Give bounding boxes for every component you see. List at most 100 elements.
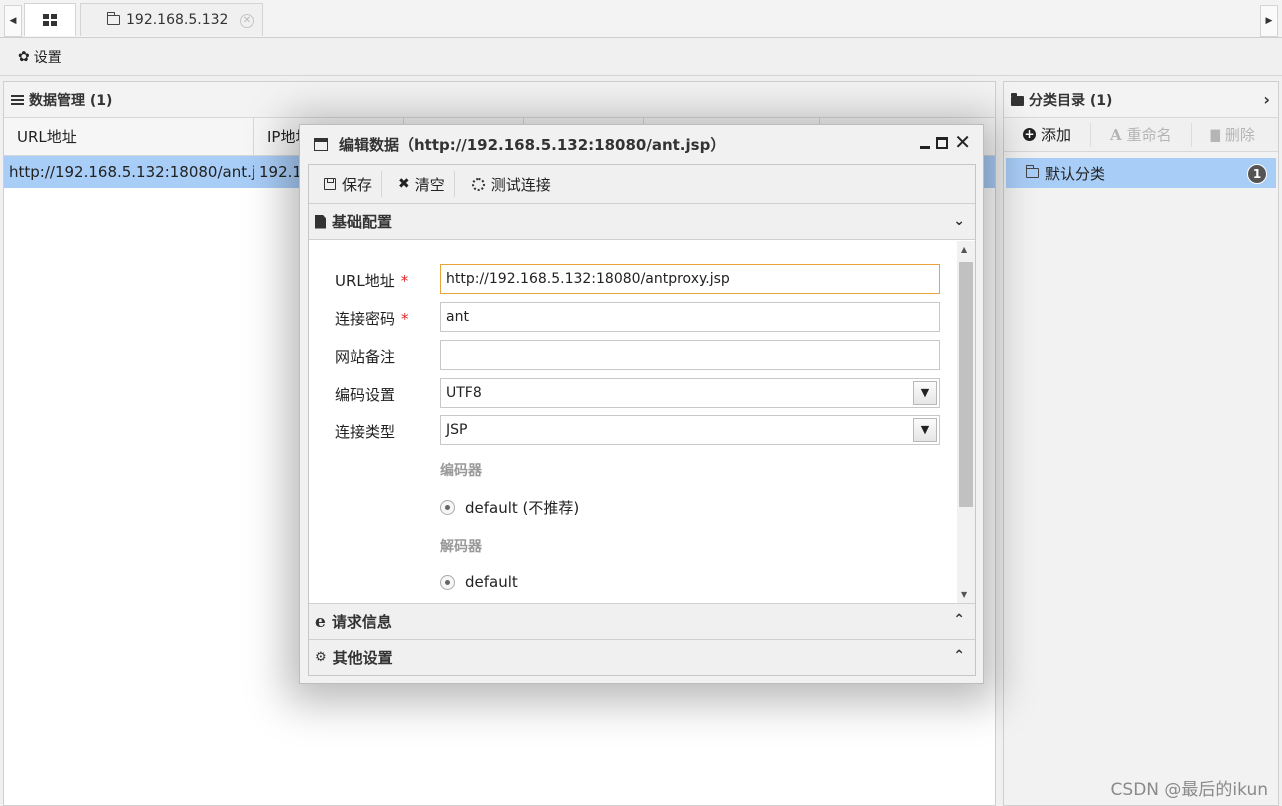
category-panel-title: 分类目录 (1) <box>1029 92 1113 109</box>
other-settings-title: 其他设置 <box>332 649 393 667</box>
type-row: 连接类型 JSP ▼ <box>309 415 949 445</box>
save-button[interactable]: 保存 <box>315 171 383 197</box>
delete-category-label: 删除 <box>1224 126 1255 144</box>
main-toolbar: ✿ 设置 <box>0 38 1282 76</box>
gear-icon: ✿ <box>18 48 30 65</box>
chevron-up-icon[interactable]: ⌃ <box>953 648 965 664</box>
chevron-up-icon[interactable]: ⌃ <box>953 612 965 628</box>
decoder-group-label: 解码器 <box>440 539 482 555</box>
scroll-up-icon[interactable]: ▲ <box>961 245 967 254</box>
dialog-titlebar[interactable]: 编辑数据（http://192.168.5.132:18080/ant.jsp） <box>300 125 983 163</box>
encoder-option-default[interactable]: default (不推荐) <box>440 497 579 518</box>
note-input[interactable] <box>440 340 940 370</box>
password-row: 连接密码 * ant <box>309 302 949 332</box>
cogs-icon: ⚙ <box>315 650 327 665</box>
folder-icon <box>1025 165 1039 178</box>
dialog-body: 保存 ✖ 清空 测试连接 基础配置 ⌄ URL地址 * http://192.16… <box>308 164 976 676</box>
category-panel: 分类目录 (1) › + 添加 A 重命名 ▇ 删除 默认分类 1 <box>1003 81 1279 806</box>
tab-scroll-right-button[interactable]: ▶ <box>1260 5 1278 37</box>
chevron-down-icon[interactable]: ▼ <box>913 418 937 442</box>
encoding-label: 编码设置 <box>335 386 396 404</box>
form-scrollbar[interactable]: ▲ ▼ <box>957 241 975 603</box>
category-item-label: 默认分类 <box>1045 164 1106 183</box>
test-connection-label: 测试连接 <box>490 175 551 194</box>
edge-icon: e <box>315 611 326 632</box>
decoder-option-default[interactable]: default <box>440 573 518 591</box>
category-panel-header: 分类目录 (1) › <box>1004 82 1278 118</box>
clear-button[interactable]: ✖ 清空 <box>382 171 455 197</box>
encoding-select[interactable]: UTF8 ▼ <box>440 378 940 408</box>
close-icon[interactable]: ✕ <box>240 14 254 28</box>
password-input[interactable]: ant <box>440 302 940 332</box>
chevron-right-icon[interactable]: › <box>1263 90 1270 109</box>
encoder-group-label: 编码器 <box>440 463 482 479</box>
request-info-header[interactable]: e 请求信息 ⌃ <box>309 603 975 639</box>
other-settings-header[interactable]: ⚙ 其他设置 ⌃ <box>309 639 975 675</box>
test-connection-button[interactable]: 测试连接 <box>455 171 560 197</box>
dialog-controls: ✕ <box>920 132 971 152</box>
add-category-label: 添加 <box>1041 126 1072 144</box>
minimize-icon[interactable] <box>920 135 931 149</box>
watermark: CSDN @最后的ikun <box>1110 780 1268 800</box>
request-info-title: 请求信息 <box>331 613 392 631</box>
tab-bar: ◀ 192.168.5.132 ✕ ▶ <box>0 0 1282 38</box>
encoding-value: UTF8 <box>446 385 482 401</box>
data-panel-title: 数据管理 (1) <box>29 92 113 109</box>
edit-data-dialog: 编辑数据（http://192.168.5.132:18080/ant.jsp）… <box>299 124 984 684</box>
url-label: URL地址 * <box>335 272 409 290</box>
scroll-down-icon[interactable]: ▼ <box>961 590 967 599</box>
column-header-url[interactable]: URL地址 <box>4 118 254 155</box>
row-url-cell: http://192.168.5.132:18080/ant.jsp <box>9 163 254 181</box>
clear-label: 清空 <box>414 175 445 194</box>
grid-icon <box>43 14 57 26</box>
encoding-row: 编码设置 UTF8 ▼ <box>309 378 949 408</box>
encoder-option-label: default (不推荐) <box>465 499 580 517</box>
save-label: 保存 <box>342 175 373 194</box>
window-icon <box>314 137 328 151</box>
chevron-down-icon[interactable]: ⌄ <box>953 213 965 229</box>
tab-host[interactable]: 192.168.5.132 ✕ <box>80 3 263 36</box>
document-icon <box>315 214 326 229</box>
rename-category-button[interactable]: A 重命名 <box>1091 122 1192 147</box>
chevron-down-icon[interactable]: ▼ <box>913 381 937 405</box>
url-input[interactable]: http://192.168.5.132:18080/antproxy.jsp <box>440 264 940 294</box>
add-category-button[interactable]: + 添加 <box>1004 122 1092 147</box>
basic-config-form: URL地址 * http://192.168.5.132:18080/antpro… <box>309 241 975 603</box>
list-icon <box>11 94 24 105</box>
category-toolbar: + 添加 A 重命名 ▇ 删除 <box>1004 118 1278 152</box>
folder-icon <box>106 12 120 25</box>
maximize-icon[interactable] <box>936 137 949 149</box>
x-icon: ✖ <box>398 176 410 192</box>
decoder-option-label: default <box>465 573 518 591</box>
category-item-default[interactable]: 默认分类 1 <box>1006 158 1276 188</box>
scroll-thumb[interactable] <box>959 262 973 507</box>
dialog-title: 编辑数据（http://192.168.5.132:18080/ant.jsp） <box>339 135 726 154</box>
tab-home[interactable] <box>24 3 76 36</box>
note-label: 网站备注 <box>335 348 396 366</box>
type-value: JSP <box>446 422 468 438</box>
url-row: URL地址 * http://192.168.5.132:18080/antpro… <box>309 264 949 294</box>
radio-icon[interactable] <box>440 574 455 590</box>
plus-circle-icon: + <box>1023 127 1036 141</box>
basic-config-header[interactable]: 基础配置 ⌄ <box>309 204 975 240</box>
trash-icon: ▇ <box>1210 127 1220 142</box>
category-count-badge: 1 <box>1247 164 1267 184</box>
type-label: 连接类型 <box>335 423 396 441</box>
font-icon: A <box>1110 125 1122 144</box>
close-icon[interactable]: ✕ <box>954 132 971 152</box>
rename-category-label: 重命名 <box>1126 126 1172 144</box>
basic-config-title: 基础配置 <box>332 213 393 231</box>
dialog-toolbar: 保存 ✖ 清空 测试连接 <box>309 165 975 204</box>
spinner-icon <box>471 177 485 191</box>
data-panel-header: 数据管理 (1) <box>4 82 995 118</box>
save-icon <box>324 178 336 190</box>
tab-host-label: 192.168.5.132 <box>126 12 229 28</box>
tab-scroll-left-button[interactable]: ◀ <box>4 5 22 37</box>
settings-button[interactable]: 设置 <box>34 47 62 67</box>
type-select[interactable]: JSP ▼ <box>440 415 940 445</box>
password-label: 连接密码 * <box>335 310 409 328</box>
delete-category-button[interactable]: ▇ 删除 <box>1192 123 1274 147</box>
radio-icon[interactable] <box>440 500 455 515</box>
folder-icon <box>1011 92 1024 106</box>
note-row: 网站备注 <box>309 340 949 370</box>
